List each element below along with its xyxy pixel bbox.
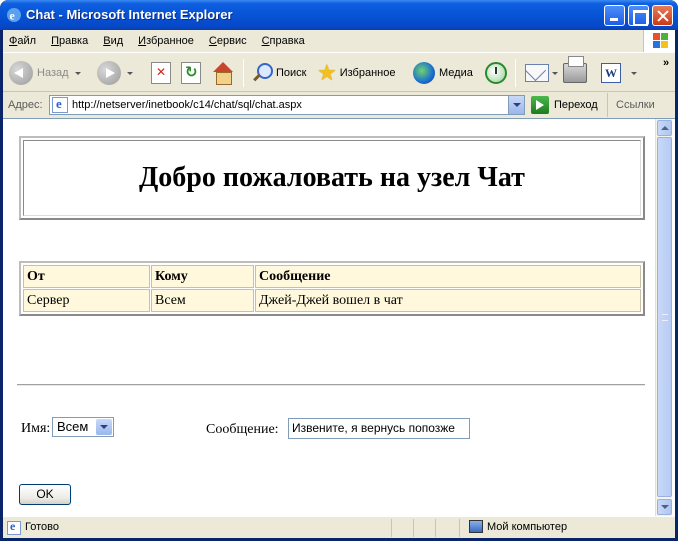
back-dropdown-icon[interactable] (74, 71, 81, 75)
zone-label: Мой компьютер (487, 520, 568, 533)
media-icon (413, 62, 435, 84)
toolbar-separator (515, 59, 516, 87)
stop-button[interactable] (151, 58, 171, 88)
menu-help[interactable]: Справка (262, 35, 305, 47)
column-header-from: От (23, 265, 150, 288)
links-button[interactable]: Ссылки (607, 93, 675, 117)
refresh-button[interactable] (181, 58, 201, 88)
welcome-panel: Добро пожаловать на узел Чат (19, 136, 645, 220)
table-header-row: От Кому Сообщение (23, 265, 641, 288)
mail-button[interactable] (525, 58, 558, 88)
page-status-icon (7, 519, 21, 535)
forward-arrow-icon (97, 61, 121, 85)
search-label: Поиск (276, 67, 307, 79)
go-label: Переход (554, 99, 598, 111)
table-row: Сервер Всем Джей-Джей вошел в чат (23, 289, 641, 312)
window-body: Файл Правка Вид Избранное Сервис Справка… (3, 30, 675, 538)
back-label: Назад (37, 67, 69, 79)
ie-logo-icon: e (6, 7, 22, 23)
minimize-button[interactable] (604, 5, 625, 26)
ok-button[interactable]: OK (19, 484, 71, 505)
print-button[interactable] (563, 56, 587, 88)
menu-tools[interactable]: Сервис (209, 35, 247, 47)
my-computer-icon (469, 520, 483, 533)
messages-table: От Кому Сообщение Сервер Всем Джей-Джей … (19, 261, 645, 316)
select-dropdown-icon[interactable] (96, 419, 112, 435)
cell-from: Сервер (23, 289, 150, 312)
security-zone: Мой компьютер (469, 520, 567, 533)
star-icon: ★ (317, 60, 337, 85)
favorites-label: Избранное (339, 67, 396, 79)
title-bar[interactable]: e Chat - Microsoft Internet Explorer (0, 0, 678, 30)
standard-toolbar: Назад Поиск ★ Избранно (3, 52, 675, 92)
maximize-button[interactable] (628, 5, 649, 26)
home-button[interactable] (211, 58, 235, 88)
name-label: Имя: (21, 421, 51, 436)
menu-edit[interactable]: Правка (51, 35, 88, 47)
favorites-button[interactable]: ★ Избранное (317, 58, 395, 88)
page-viewport: Добро пожаловать на узел Чат От Кому Соо… (3, 118, 675, 517)
chat-page: Добро пожаловать на узел Чат От Кому Соо… (3, 119, 655, 517)
home-icon (211, 61, 235, 85)
menu-file[interactable]: Файл (9, 35, 36, 47)
search-icon (251, 62, 273, 84)
cell-to: Всем (151, 289, 254, 312)
menu-bar: Файл Правка Вид Избранное Сервис Справка (3, 30, 643, 52)
back-arrow-icon (9, 61, 33, 85)
search-button[interactable]: Поиск (251, 58, 306, 88)
column-header-to: Кому (151, 265, 254, 288)
toolbar-overflow-chevron-icon[interactable]: » (663, 57, 669, 69)
toolbar-separator (243, 59, 244, 87)
scroll-up-icon[interactable] (657, 120, 672, 136)
message-input[interactable]: Извените, я вернусь попозже (288, 418, 470, 439)
scroll-down-icon[interactable] (657, 499, 672, 515)
cell-message: Джей-Джей вошел в чат (255, 289, 641, 312)
address-input[interactable]: http://netserver/inetbook/c14/chat/sql/c… (49, 95, 525, 115)
word-icon: W (601, 63, 621, 83)
page-icon (52, 96, 68, 113)
menu-favorites[interactable]: Избранное (138, 35, 194, 47)
status-bar: Готово Мой компьютер (3, 516, 675, 538)
history-icon (485, 62, 507, 84)
scroll-thumb[interactable] (657, 137, 672, 497)
printer-icon (563, 56, 587, 83)
browser-window: e Chat - Microsoft Internet Explorer Фай… (0, 0, 678, 541)
vertical-scrollbar[interactable] (655, 119, 672, 517)
history-button[interactable] (485, 58, 507, 88)
stop-icon (151, 62, 171, 84)
back-button[interactable]: Назад (9, 58, 81, 88)
links-label: Ссылки (616, 99, 655, 111)
forward-dropdown-icon[interactable] (127, 71, 133, 75)
status-text: Готово (25, 521, 59, 533)
edit-button[interactable]: W (601, 58, 637, 88)
address-bar: Адрес: http://netserver/inetbook/c14/cha… (3, 93, 675, 117)
go-button[interactable]: Переход (531, 96, 598, 114)
edit-dropdown-icon[interactable] (631, 71, 637, 75)
column-header-message: Сообщение (255, 265, 641, 288)
media-button[interactable]: Медиа (413, 58, 473, 88)
recipient-selected-value: Всем (57, 419, 89, 434)
address-dropdown-icon[interactable] (508, 96, 524, 114)
recipient-select[interactable]: Всем (52, 417, 114, 437)
horizontal-rule (17, 384, 645, 386)
menu-view[interactable]: Вид (103, 35, 123, 47)
address-label: Адрес: (8, 99, 43, 111)
windows-flag-icon (643, 30, 675, 52)
refresh-icon (181, 62, 201, 84)
window-title: Chat - Microsoft Internet Explorer (26, 7, 233, 22)
close-button[interactable] (652, 5, 673, 26)
media-label: Медиа (439, 67, 473, 79)
go-arrow-icon (531, 96, 549, 114)
forward-button[interactable] (97, 58, 133, 88)
welcome-title: Добро пожаловать на узел Чат (139, 162, 525, 193)
svg-text:e: e (10, 9, 16, 23)
message-label: Сообщение: (206, 422, 279, 437)
address-url[interactable]: http://netserver/inetbook/c14/chat/sql/c… (72, 99, 302, 111)
mail-icon (525, 64, 549, 82)
mail-dropdown-icon[interactable] (552, 71, 558, 75)
